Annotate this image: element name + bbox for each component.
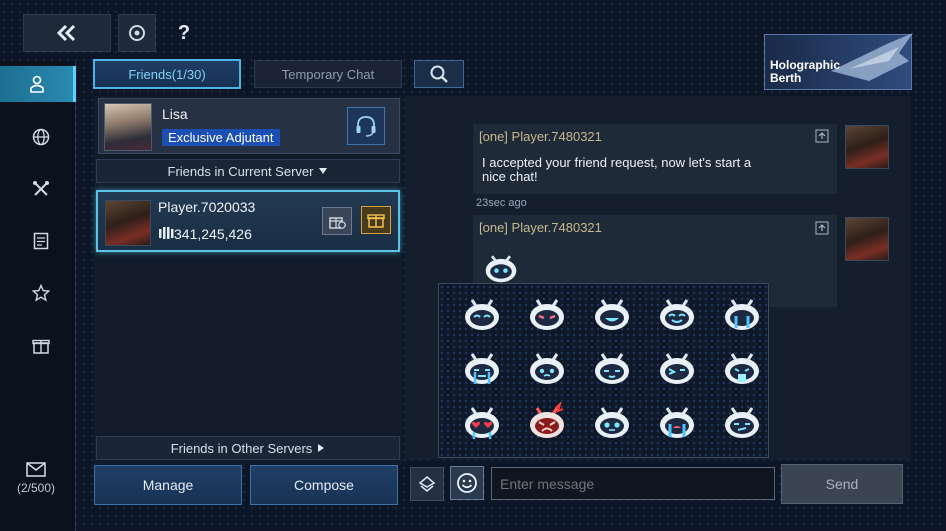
- robot-laugh-emote-icon[interactable]: [657, 294, 697, 334]
- double-chevron-left-icon: [56, 24, 76, 42]
- sender-avatar[interactable]: [845, 125, 889, 169]
- robot-sleepy-emote-icon[interactable]: [592, 348, 632, 388]
- mail-count: (2/500): [16, 481, 56, 495]
- sidebar-item-world[interactable]: [24, 120, 58, 154]
- group-current-label: Friends in Current Server: [167, 163, 314, 179]
- friend-avatar: [105, 200, 151, 246]
- envelope-icon: [26, 462, 46, 477]
- message-sender: [one] Player.7480321: [479, 129, 602, 144]
- manage-button[interactable]: Manage: [94, 465, 242, 505]
- search-icon: [430, 65, 448, 83]
- translate-icon[interactable]: [815, 129, 829, 143]
- message-text: I accepted your friend request, now let'…: [482, 155, 752, 184]
- back-button[interactable]: [23, 14, 111, 52]
- adjutant-name: Lisa: [162, 106, 188, 122]
- robot-angry-emote-icon[interactable]: [527, 402, 567, 442]
- adjutant-avatar: [104, 103, 152, 151]
- gift-icon: [32, 339, 50, 354]
- robot-love-emote-icon[interactable]: [462, 402, 502, 442]
- message-sender: [one] Player.7480321: [479, 220, 602, 235]
- emoji-picker: [438, 283, 769, 458]
- tab-friends[interactable]: Friends(1/30): [93, 59, 241, 89]
- star-icon: [32, 284, 50, 302]
- robot-emote-icon[interactable]: [462, 294, 502, 334]
- sidebar-item-friends[interactable]: [0, 66, 76, 102]
- robot-worried-emote-icon[interactable]: [527, 348, 567, 388]
- translate-icon[interactable]: [815, 221, 829, 235]
- holo-label: Holographic Berth: [770, 58, 841, 85]
- robot-neutral-emote-icon[interactable]: [592, 402, 632, 442]
- group-current-server[interactable]: Friends in Current Server: [96, 159, 400, 183]
- target-button[interactable]: [118, 14, 156, 52]
- robot-blush-emote-icon[interactable]: [527, 294, 567, 334]
- smiley-icon: [457, 473, 477, 493]
- friend-chat-gift-button[interactable]: [322, 207, 352, 235]
- friend-row[interactable]: Player.7020033 341,245,426: [96, 190, 400, 252]
- robot-meh-emote-icon[interactable]: [722, 402, 762, 442]
- holographic-berth-button[interactable]: Holographic Berth: [764, 33, 913, 90]
- help-icon: ?: [177, 21, 191, 44]
- robot-cry-emote-icon[interactable]: [722, 294, 762, 334]
- sidebar-item-alliance[interactable]: [24, 172, 58, 206]
- robot-happy-emote-icon[interactable]: [592, 294, 632, 334]
- sender-avatar[interactable]: [845, 217, 889, 261]
- mail-button[interactable]: (2/500): [4, 462, 68, 502]
- document-icon: [33, 232, 49, 250]
- person-icon: [29, 75, 44, 93]
- friend-gift-button[interactable]: [361, 206, 391, 234]
- search-button[interactable]: [414, 60, 464, 88]
- shortcut-button[interactable]: [410, 467, 444, 501]
- caret-right-icon: [318, 444, 325, 452]
- group-other-label: Friends in Other Servers: [170, 440, 313, 456]
- emoji-grid: [449, 294, 759, 442]
- chat-message: [one] Player.7480321 I accepted your fri…: [473, 124, 837, 194]
- caret-down-icon: [319, 168, 328, 174]
- emoji-button[interactable]: [450, 466, 484, 500]
- gift-icon: [367, 214, 385, 228]
- robot-emote-icon: [485, 255, 517, 283]
- message-time: 23sec ago: [476, 197, 527, 209]
- sidebar-item-notes[interactable]: [24, 224, 58, 258]
- sidebar-item-favorites[interactable]: [24, 276, 58, 310]
- send-button[interactable]: Send: [781, 464, 903, 504]
- gift-share-icon: [329, 217, 346, 229]
- ship-icon: [831, 33, 913, 81]
- adjutant-headset-button[interactable]: [347, 107, 385, 145]
- headset-icon: [356, 116, 376, 137]
- compose-button[interactable]: Compose: [250, 465, 398, 505]
- tab-temporary-chat[interactable]: Temporary Chat: [254, 60, 402, 88]
- help-button[interactable]: ?: [170, 18, 198, 48]
- diamond-stack-icon: [418, 476, 436, 492]
- robot-shock-emote-icon[interactable]: [722, 348, 762, 388]
- power-icon: [159, 227, 174, 239]
- robot-tears-emote-icon[interactable]: [657, 402, 697, 442]
- adjutant-badge: Exclusive Adjutant: [162, 129, 280, 146]
- sidebar-item-gifts[interactable]: [24, 328, 58, 362]
- globe-icon: [32, 128, 50, 146]
- robot-sob-emote-icon[interactable]: [462, 348, 502, 388]
- crossed-tools-icon: [33, 181, 49, 196]
- friend-name: Player.7020033: [158, 199, 256, 215]
- robot-wink-emote-icon[interactable]: [657, 348, 697, 388]
- group-other-servers[interactable]: Friends in Other Servers: [96, 436, 400, 460]
- adjutant-card[interactable]: Lisa Exclusive Adjutant: [98, 98, 400, 154]
- target-icon: [129, 25, 145, 41]
- message-input[interactable]: [491, 467, 775, 500]
- friend-power: 341,245,426: [174, 226, 252, 242]
